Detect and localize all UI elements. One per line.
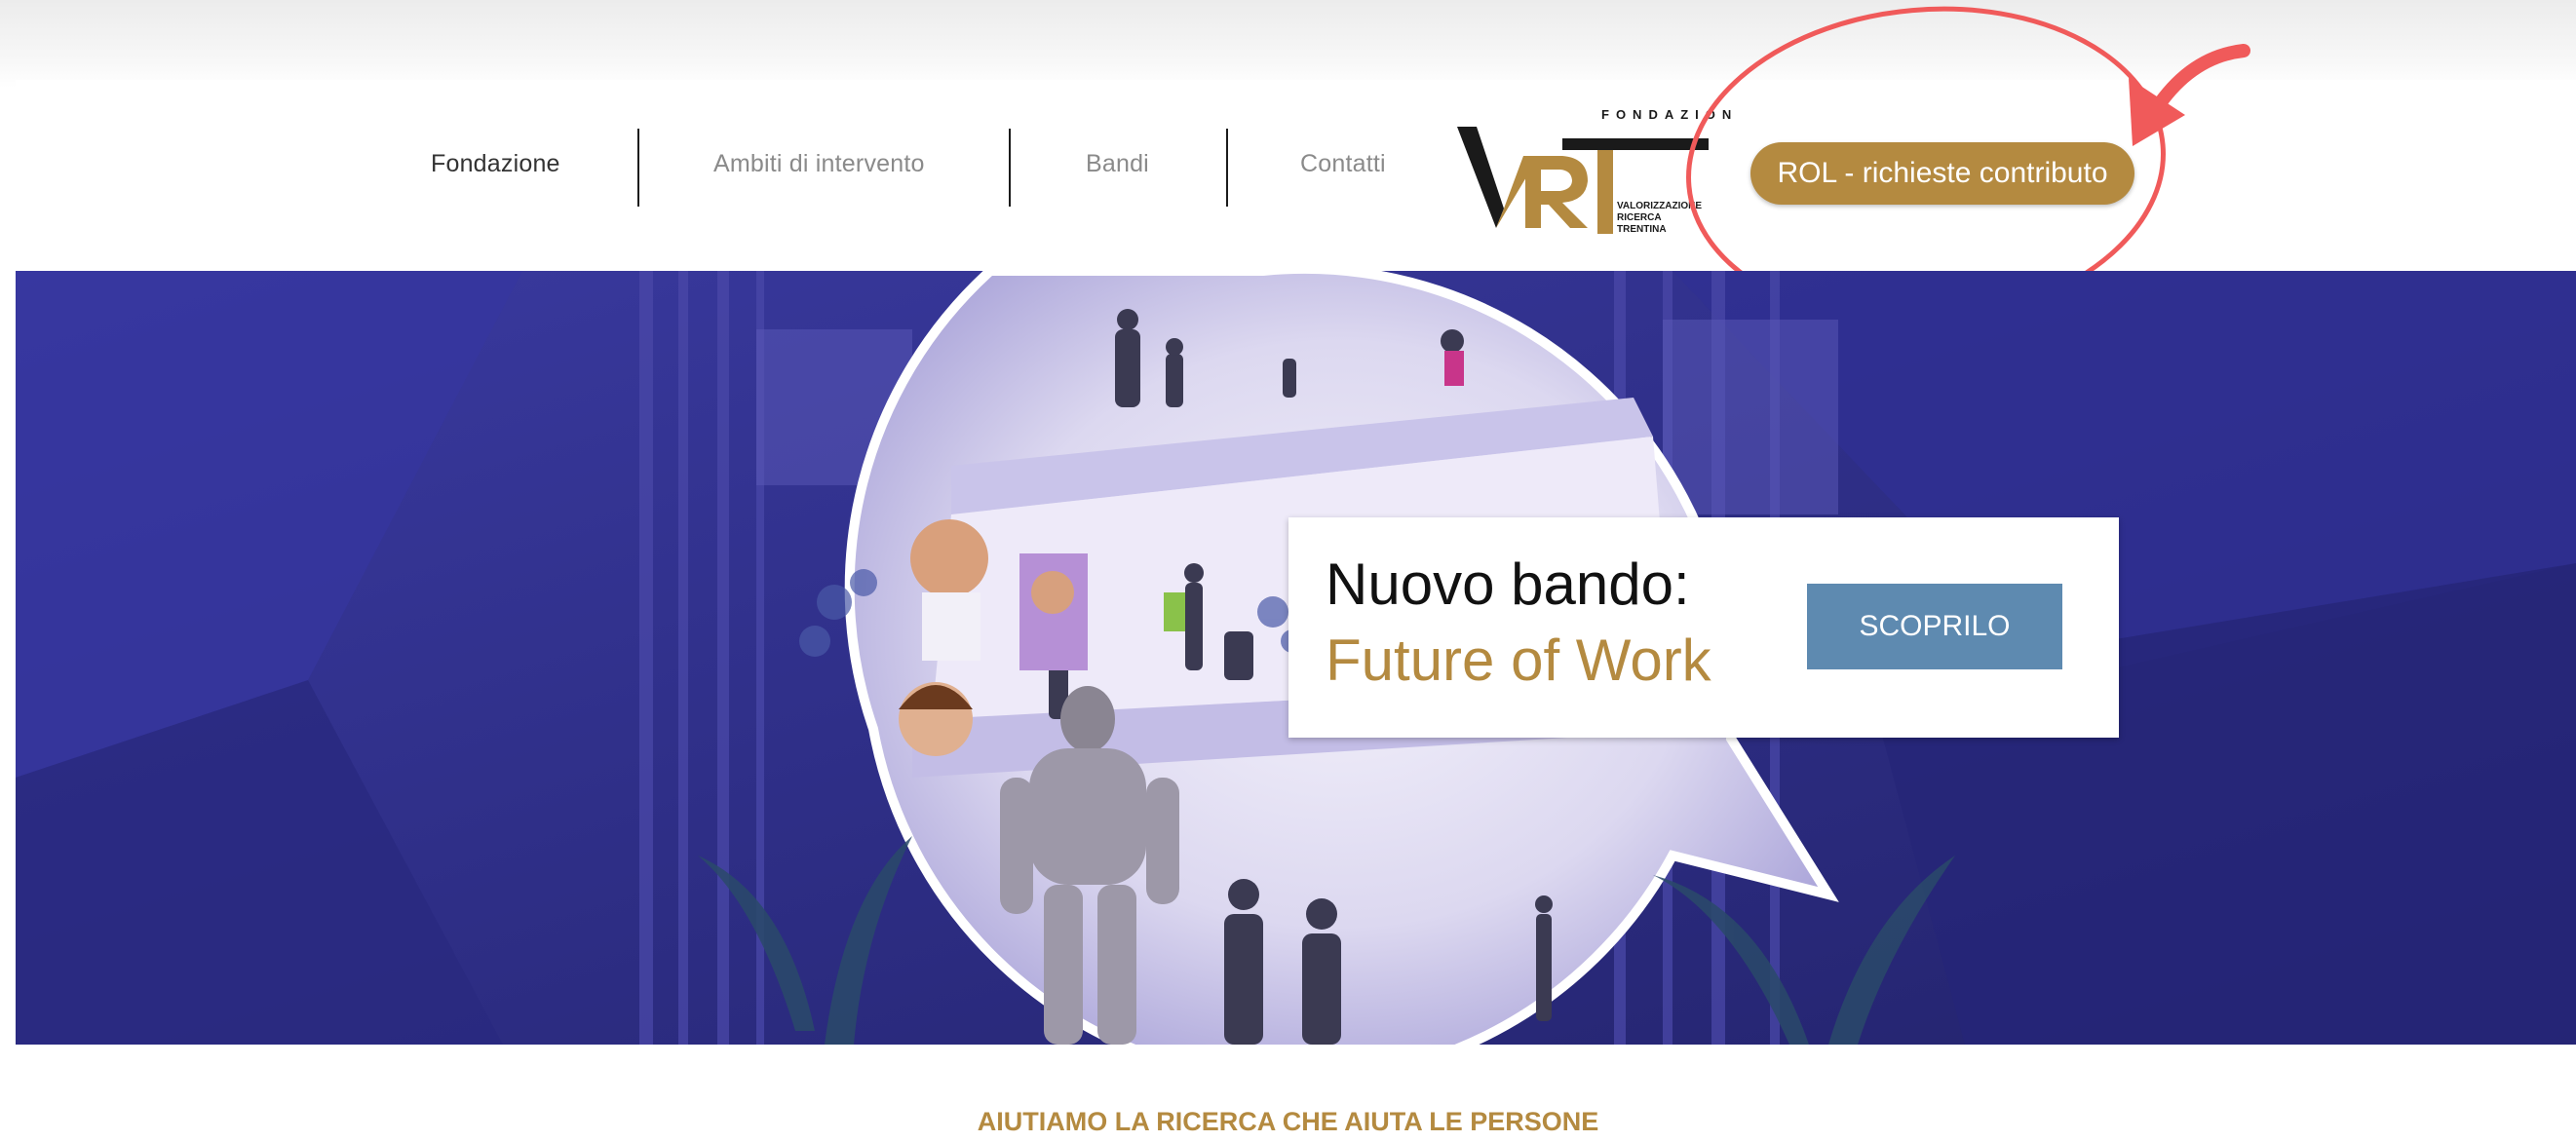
- logo-t-stem: [1597, 150, 1613, 234]
- nav-divider: [1009, 129, 1011, 207]
- logo-t-bar: [1562, 138, 1709, 150]
- nav-item-ambiti-di-intervento[interactable]: Ambiti di intervento: [713, 150, 925, 178]
- logo-r-letter: [1525, 156, 1588, 228]
- logo-sub-line: VALORIZZAZIONE: [1617, 201, 1702, 211]
- logo-sub-line: TRENTINA: [1617, 224, 1667, 235]
- promo-subtitle: Future of Work: [1326, 628, 1711, 693]
- nav-divider: [1226, 129, 1228, 207]
- nav-divider: [637, 129, 639, 207]
- nav-item-fondazione[interactable]: Fondazione: [431, 150, 560, 178]
- nav-item-contatti[interactable]: Contatti: [1300, 150, 1386, 178]
- logo-sub-line: RICERCA: [1617, 212, 1662, 223]
- site-header: Fondazione Ambiti di intervento Bandi Co…: [16, 80, 2576, 271]
- promo-title: Nuovo bando:: [1326, 552, 1690, 617]
- hero-banner: Nuovo bando: Future of Work SCOPRILO: [16, 271, 2576, 1045]
- logo-v-left-stroke: [1457, 127, 1504, 228]
- tagline: AIUTIAMO LA RICERCA CHE AIUTA LE PERSONE: [977, 1107, 1599, 1136]
- scoprilo-button[interactable]: SCOPRILO: [1807, 584, 2062, 669]
- nav-item-bandi[interactable]: Bandi: [1086, 150, 1149, 178]
- rol-richieste-contributo-button[interactable]: ROL - richieste contributo: [1750, 142, 2134, 205]
- new-call-promo-card: Nuovo bando: Future of Work SCOPRILO: [1288, 517, 2119, 738]
- fondazione-vrt-logo[interactable]: FONDAZIONE VALORIZZAZIONE RICERCA TRENTI…: [1453, 103, 1736, 240]
- logo-top-text: FONDAZIONE: [1601, 107, 1736, 122]
